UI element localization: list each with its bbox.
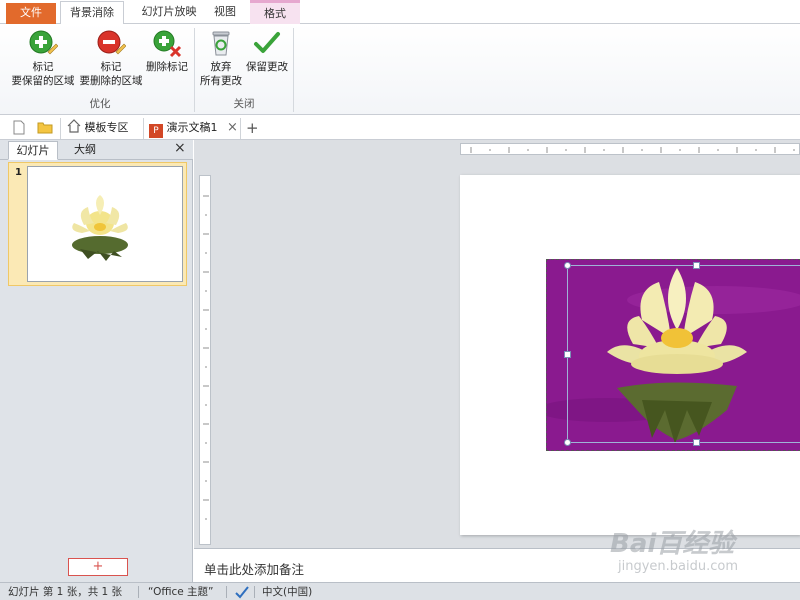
- status-bar: 幻灯片 第 1 张，共 1 张 “Office 主题” 中文(中国): [0, 582, 800, 600]
- keep-changes-label: 保留更改: [246, 61, 288, 73]
- mark-keep-label-1: 标记: [32, 61, 54, 73]
- discard-all-button[interactable]: 放弃 所有更改: [198, 28, 244, 88]
- tab-document-label: 演示文稿1: [166, 121, 218, 134]
- resize-handle[interactable]: [564, 262, 571, 269]
- recycle-bin-icon: [206, 28, 236, 58]
- keep-changes-button[interactable]: 保留更改: [244, 28, 290, 74]
- group-label-close: 关闭: [233, 98, 255, 110]
- spellcheck-icon[interactable]: [234, 585, 250, 600]
- slide-thumbnail-item[interactable]: 1: [8, 162, 187, 286]
- home-icon: [67, 119, 81, 133]
- lotus-thumbnail-image: [72, 195, 128, 261]
- slide-number: 1: [15, 167, 22, 178]
- ribbon-tab-bar: 文件 背景消除 幻灯片放映 视图 格式: [0, 0, 800, 25]
- delete-mark-button[interactable]: 删除标记: [144, 28, 190, 74]
- tab-file[interactable]: 文件: [6, 3, 56, 24]
- checkmark-icon: [252, 28, 282, 58]
- delete-mark-icon: [152, 28, 182, 58]
- new-tab-button[interactable]: +: [246, 118, 259, 139]
- tab-slides[interactable]: 幻灯片: [8, 141, 58, 160]
- ribbon: 标记 要保留的区域 标记 要删除的区域 删除标记 优化 放弃 所有更改 保留更改…: [0, 24, 800, 115]
- keep-area-selection[interactable]: [564, 262, 800, 446]
- notes-placeholder: 单击此处添加备注: [204, 562, 305, 577]
- open-folder-icon[interactable]: [36, 118, 54, 139]
- minus-pencil-icon: [96, 28, 127, 58]
- vertical-ruler[interactable]: [199, 175, 211, 545]
- slide-thumbnail[interactable]: [27, 166, 183, 282]
- close-icon[interactable]: ×: [174, 140, 186, 156]
- status-divider: [254, 586, 255, 598]
- status-divider: [226, 586, 227, 598]
- panel-tab-bar: 幻灯片 大纲 ×: [0, 140, 193, 160]
- mark-remove-label-2: 要删除的区域: [79, 75, 143, 87]
- tab-template-zone-label: 模板专区: [84, 121, 129, 134]
- tab-format[interactable]: 格式: [250, 0, 300, 24]
- mark-remove-button[interactable]: 标记 要删除的区域: [78, 28, 144, 88]
- mark-keep-label-2: 要保留的区域: [11, 75, 75, 87]
- language-status: 中文(中国): [262, 586, 313, 598]
- group-divider: [194, 28, 195, 112]
- tab-background-removal[interactable]: 背景消除: [60, 1, 124, 25]
- group-label-optimize: 优化: [89, 98, 111, 110]
- slide-panel: 幻灯片 大纲 × 1 +: [0, 140, 193, 582]
- resize-handle[interactable]: [693, 439, 700, 446]
- tab-document[interactable]: P 演示文稿1 ×: [143, 118, 241, 139]
- close-icon[interactable]: ×: [227, 120, 238, 135]
- horizontal-ruler[interactable]: [460, 143, 800, 155]
- add-slide-button[interactable]: +: [68, 558, 128, 576]
- mark-keep-button[interactable]: 标记 要保留的区域: [10, 28, 76, 88]
- group-divider: [293, 28, 294, 112]
- notes-pane[interactable]: 单击此处添加备注: [194, 548, 800, 582]
- theme-status: “Office 主题”: [148, 586, 214, 598]
- tab-slideshow[interactable]: 幻灯片放映: [128, 1, 210, 24]
- tab-template-zone[interactable]: 模板专区: [60, 118, 140, 139]
- resize-handle[interactable]: [564, 439, 571, 446]
- document-tab-bar: 模板专区 P 演示文稿1 × +: [0, 116, 800, 140]
- picture-background-removal[interactable]: [546, 259, 800, 451]
- slide-editor: [194, 140, 800, 548]
- slide-count-status: 幻灯片 第 1 张，共 1 张: [8, 586, 123, 598]
- delete-mark-label: 删除标记: [146, 61, 188, 73]
- new-file-icon[interactable]: [12, 118, 26, 139]
- tab-view[interactable]: 视图: [206, 1, 244, 24]
- plus-pencil-icon: [28, 28, 59, 58]
- discard-label-1: 放弃: [210, 61, 232, 73]
- slide-canvas[interactable]: [460, 175, 800, 535]
- resize-handle[interactable]: [564, 351, 571, 358]
- mark-remove-label-1: 标记: [100, 61, 122, 73]
- tab-outline[interactable]: 大纲: [60, 141, 110, 160]
- discard-label-2: 所有更改: [200, 75, 242, 87]
- status-divider: [138, 586, 139, 598]
- resize-handle[interactable]: [693, 262, 700, 269]
- powerpoint-icon: P: [149, 124, 163, 138]
